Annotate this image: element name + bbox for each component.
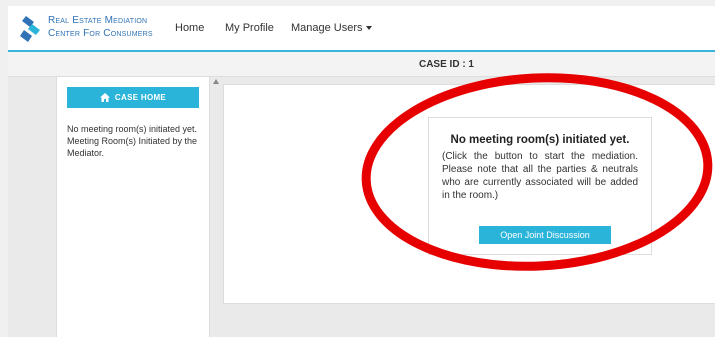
red-highlight-ellipse bbox=[361, 73, 713, 271]
